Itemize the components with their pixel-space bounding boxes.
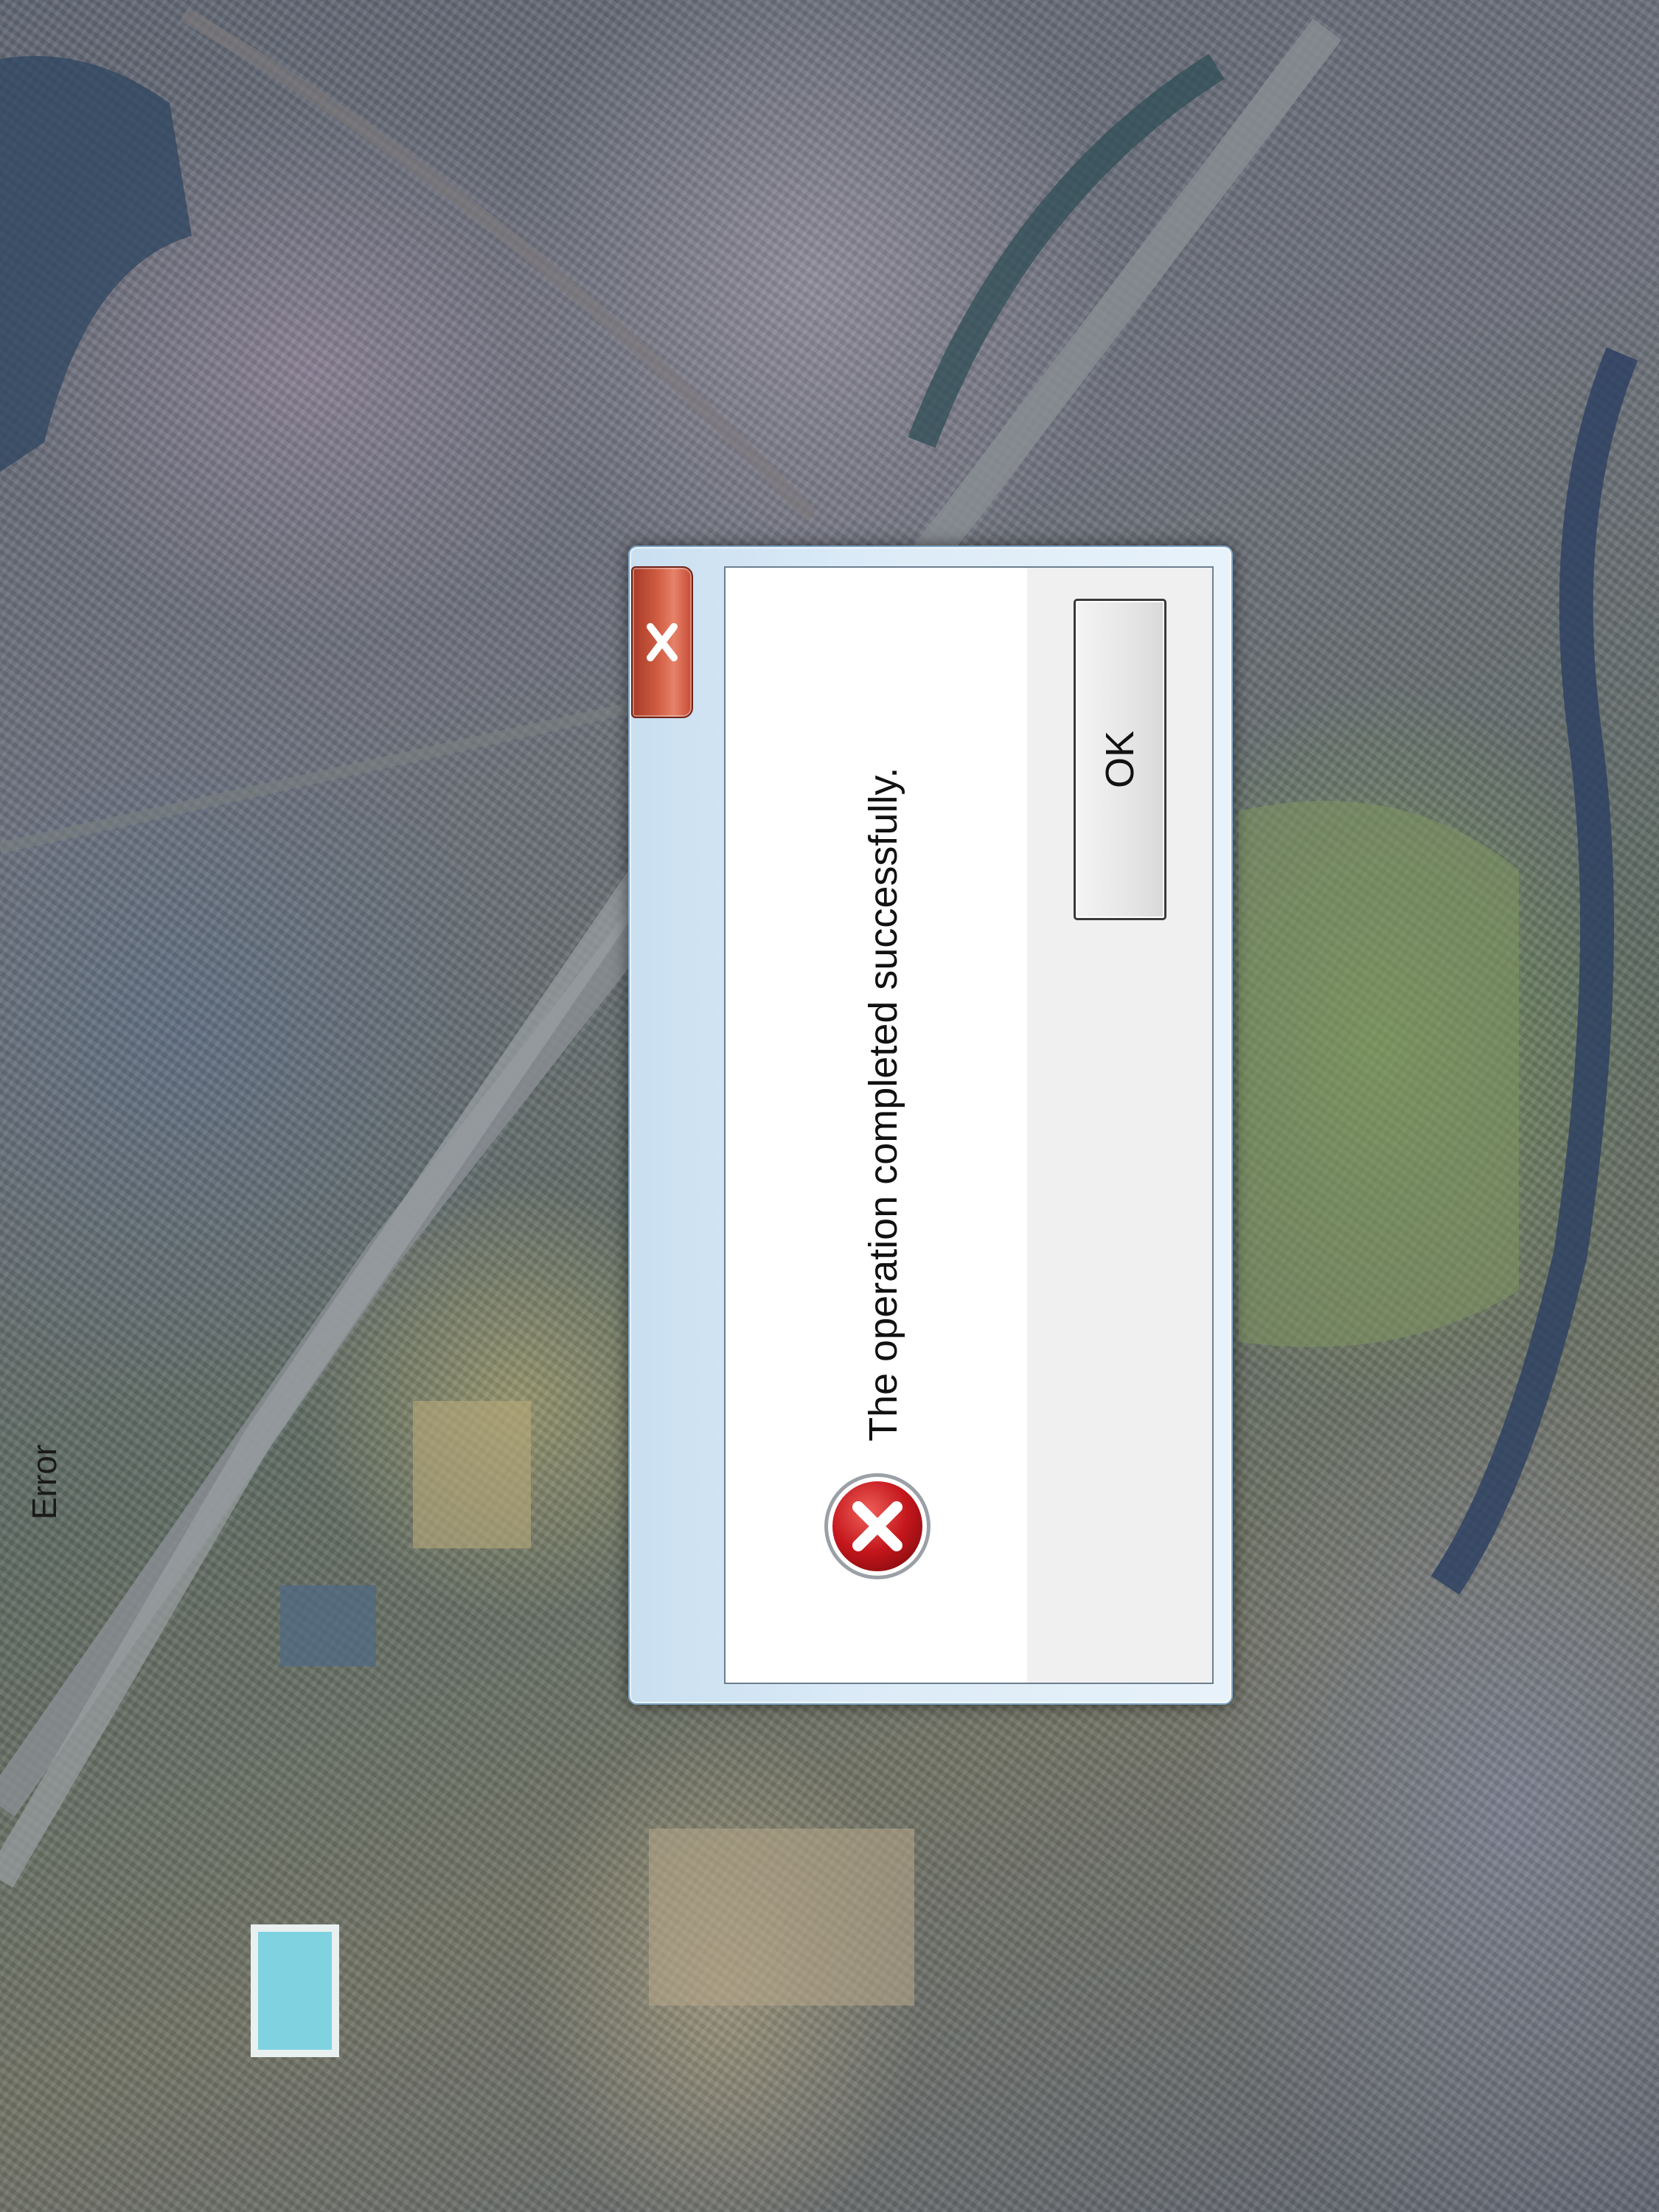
map-building: [280, 1585, 376, 1666]
ok-button-label: OK: [1098, 730, 1142, 789]
map-road: [180, 8, 817, 521]
map-water-area: [0, 56, 192, 472]
error-icon: [824, 1473, 931, 1579]
map-highway: [0, 728, 750, 1888]
ok-button[interactable]: OK: [1074, 599, 1166, 920]
dialog-message: The operation completed successfully.: [861, 767, 905, 1441]
map-field: [413, 1401, 531, 1548]
map-field: [649, 1829, 914, 2006]
close-icon: [647, 623, 678, 661]
map-field: [1239, 801, 1519, 1347]
close-button[interactable]: [631, 566, 693, 718]
map-road: [0, 695, 665, 854]
map-pool: [251, 1924, 339, 2057]
dialog-title: Error: [25, 1444, 63, 1520]
